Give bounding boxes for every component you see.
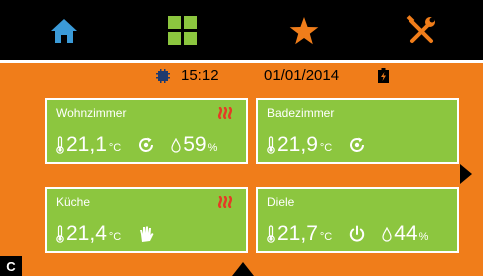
room-tile-wohnzimmer[interactable]: Wohnzimmer 21,1 °C 59 % bbox=[45, 98, 248, 164]
rooms-grid-button[interactable] bbox=[166, 14, 200, 48]
room-readings: 21,9 °C bbox=[266, 132, 451, 156]
thermometer-icon bbox=[56, 136, 64, 154]
room-name: Diele bbox=[267, 195, 295, 209]
status-bar: 15:12 01/01/2014 bbox=[0, 63, 483, 89]
home-icon bbox=[51, 19, 77, 43]
temperature-value: 21,1 bbox=[66, 133, 107, 156]
chip-icon bbox=[156, 69, 170, 83]
room-tile-diele[interactable]: Diele 21,7 °C 44 % bbox=[256, 187, 459, 253]
humidity-value: 59 bbox=[183, 133, 207, 156]
room-readings: 21,4 °C bbox=[55, 221, 240, 245]
power-off-icon bbox=[350, 225, 365, 242]
tools-icon bbox=[406, 15, 435, 43]
scroll-down-arrow-icon[interactable] bbox=[232, 262, 254, 276]
temperature-value: 21,4 bbox=[66, 222, 107, 245]
top-navbar bbox=[0, 0, 483, 62]
heating-active-icon bbox=[217, 196, 233, 208]
temperature-unit: °C bbox=[319, 231, 333, 243]
thermometer-icon bbox=[267, 136, 275, 154]
thermostat-screen: 15:12 01/01/2014 Wohnzimmer 21,1 °C 59 %… bbox=[0, 0, 483, 276]
humidity-value: 44 bbox=[394, 222, 418, 245]
figure-corner-label: C bbox=[0, 256, 22, 276]
temperature-value: 21,9 bbox=[277, 133, 318, 156]
favorites-button[interactable] bbox=[287, 14, 321, 48]
room-name: Küche bbox=[56, 195, 91, 209]
room-readings: 21,1 °C 59 % bbox=[55, 132, 240, 156]
temperature-unit: °C bbox=[108, 142, 122, 154]
humidity-icon bbox=[171, 138, 181, 153]
temperature-unit: °C bbox=[319, 142, 333, 154]
temperature-unit: °C bbox=[108, 231, 122, 243]
clock-date: 01/01/2014 bbox=[264, 67, 340, 84]
room-name: Badezimmer bbox=[267, 106, 335, 120]
home-button[interactable] bbox=[47, 14, 81, 48]
heating-active-icon bbox=[217, 107, 233, 119]
thermometer-icon bbox=[267, 225, 275, 243]
room-readings: 21,7 °C 44 % bbox=[266, 221, 451, 245]
humidity-unit: % bbox=[418, 231, 429, 243]
thermometer-icon bbox=[56, 225, 64, 243]
room-tile-badezimmer[interactable]: Badezimmer 21,9 °C bbox=[256, 98, 459, 164]
room-tile-kueche[interactable]: Küche 21,4 °C bbox=[45, 187, 248, 253]
hand-manual-mode-icon bbox=[140, 226, 154, 242]
humidity-unit: % bbox=[207, 142, 218, 154]
star-icon bbox=[289, 17, 319, 45]
humidity-icon bbox=[382, 227, 392, 242]
next-page-arrow-icon[interactable] bbox=[460, 164, 472, 184]
battery-icon bbox=[378, 68, 389, 83]
temperature-value: 21,7 bbox=[277, 222, 318, 245]
clock-time: 15:12 bbox=[181, 67, 219, 84]
grid-icon bbox=[168, 16, 197, 45]
settings-button[interactable] bbox=[404, 14, 438, 48]
room-name: Wohnzimmer bbox=[56, 106, 127, 120]
auto-mode-icon bbox=[139, 137, 154, 152]
auto-mode-icon bbox=[350, 137, 365, 152]
